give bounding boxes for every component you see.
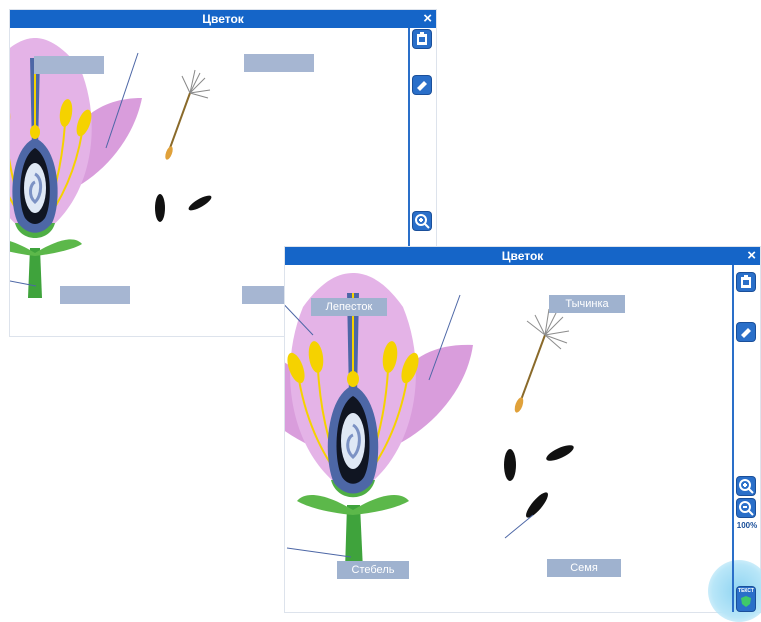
clipboard-icon	[741, 275, 751, 288]
eraser-icon	[741, 328, 751, 338]
flower-canvas: Лепесток Тычинка Стебель Семя	[285, 265, 732, 612]
clipboard-icon	[417, 32, 427, 45]
task-button[interactable]	[737, 273, 755, 291]
toolbar: 100% ТЕКСТ	[732, 265, 760, 612]
task-button[interactable]	[413, 30, 431, 48]
flower-drawing	[10, 38, 212, 298]
shield-icon	[741, 596, 751, 607]
label-seed[interactable]: Семя	[547, 559, 621, 577]
label-stamen[interactable]: Тычинка	[549, 295, 625, 313]
window-titlebar[interactable]: Цветок ×	[10, 10, 436, 28]
eraser-button[interactable]	[413, 76, 431, 94]
label-stem[interactable]: Стебель	[337, 561, 409, 579]
window-titlebar[interactable]: Цветок ×	[285, 247, 760, 265]
eraser-icon	[417, 81, 427, 91]
zoom-in-button[interactable]	[737, 477, 755, 495]
window-title: Цветок	[202, 12, 244, 26]
zoom-out-icon	[739, 501, 754, 516]
window-title: Цветок	[501, 249, 544, 263]
eraser-button[interactable]	[737, 323, 755, 341]
zoom-level[interactable]: 100%	[734, 521, 760, 530]
flower-illustration	[285, 273, 574, 570]
toolbar-rail	[732, 265, 734, 612]
blank-label-petal[interactable]	[34, 56, 104, 74]
text-button[interactable]: ТЕКСТ	[737, 587, 755, 611]
zoom-out-button[interactable]	[737, 499, 755, 517]
label-petal[interactable]: Лепесток	[311, 298, 387, 316]
flower-window-front: Цветок × Лепесток Тычинка Стебель Семя 1…	[285, 247, 761, 622]
flower-drawing	[285, 273, 574, 570]
zoom-in-icon	[739, 479, 754, 494]
zoom-in-button[interactable]	[413, 212, 431, 230]
blank-label-stem[interactable]	[60, 286, 130, 304]
blank-label-stamen[interactable]	[244, 54, 314, 72]
zoom-in-icon	[415, 214, 430, 229]
close-button[interactable]: ×	[747, 247, 756, 265]
close-button[interactable]: ×	[423, 10, 432, 28]
